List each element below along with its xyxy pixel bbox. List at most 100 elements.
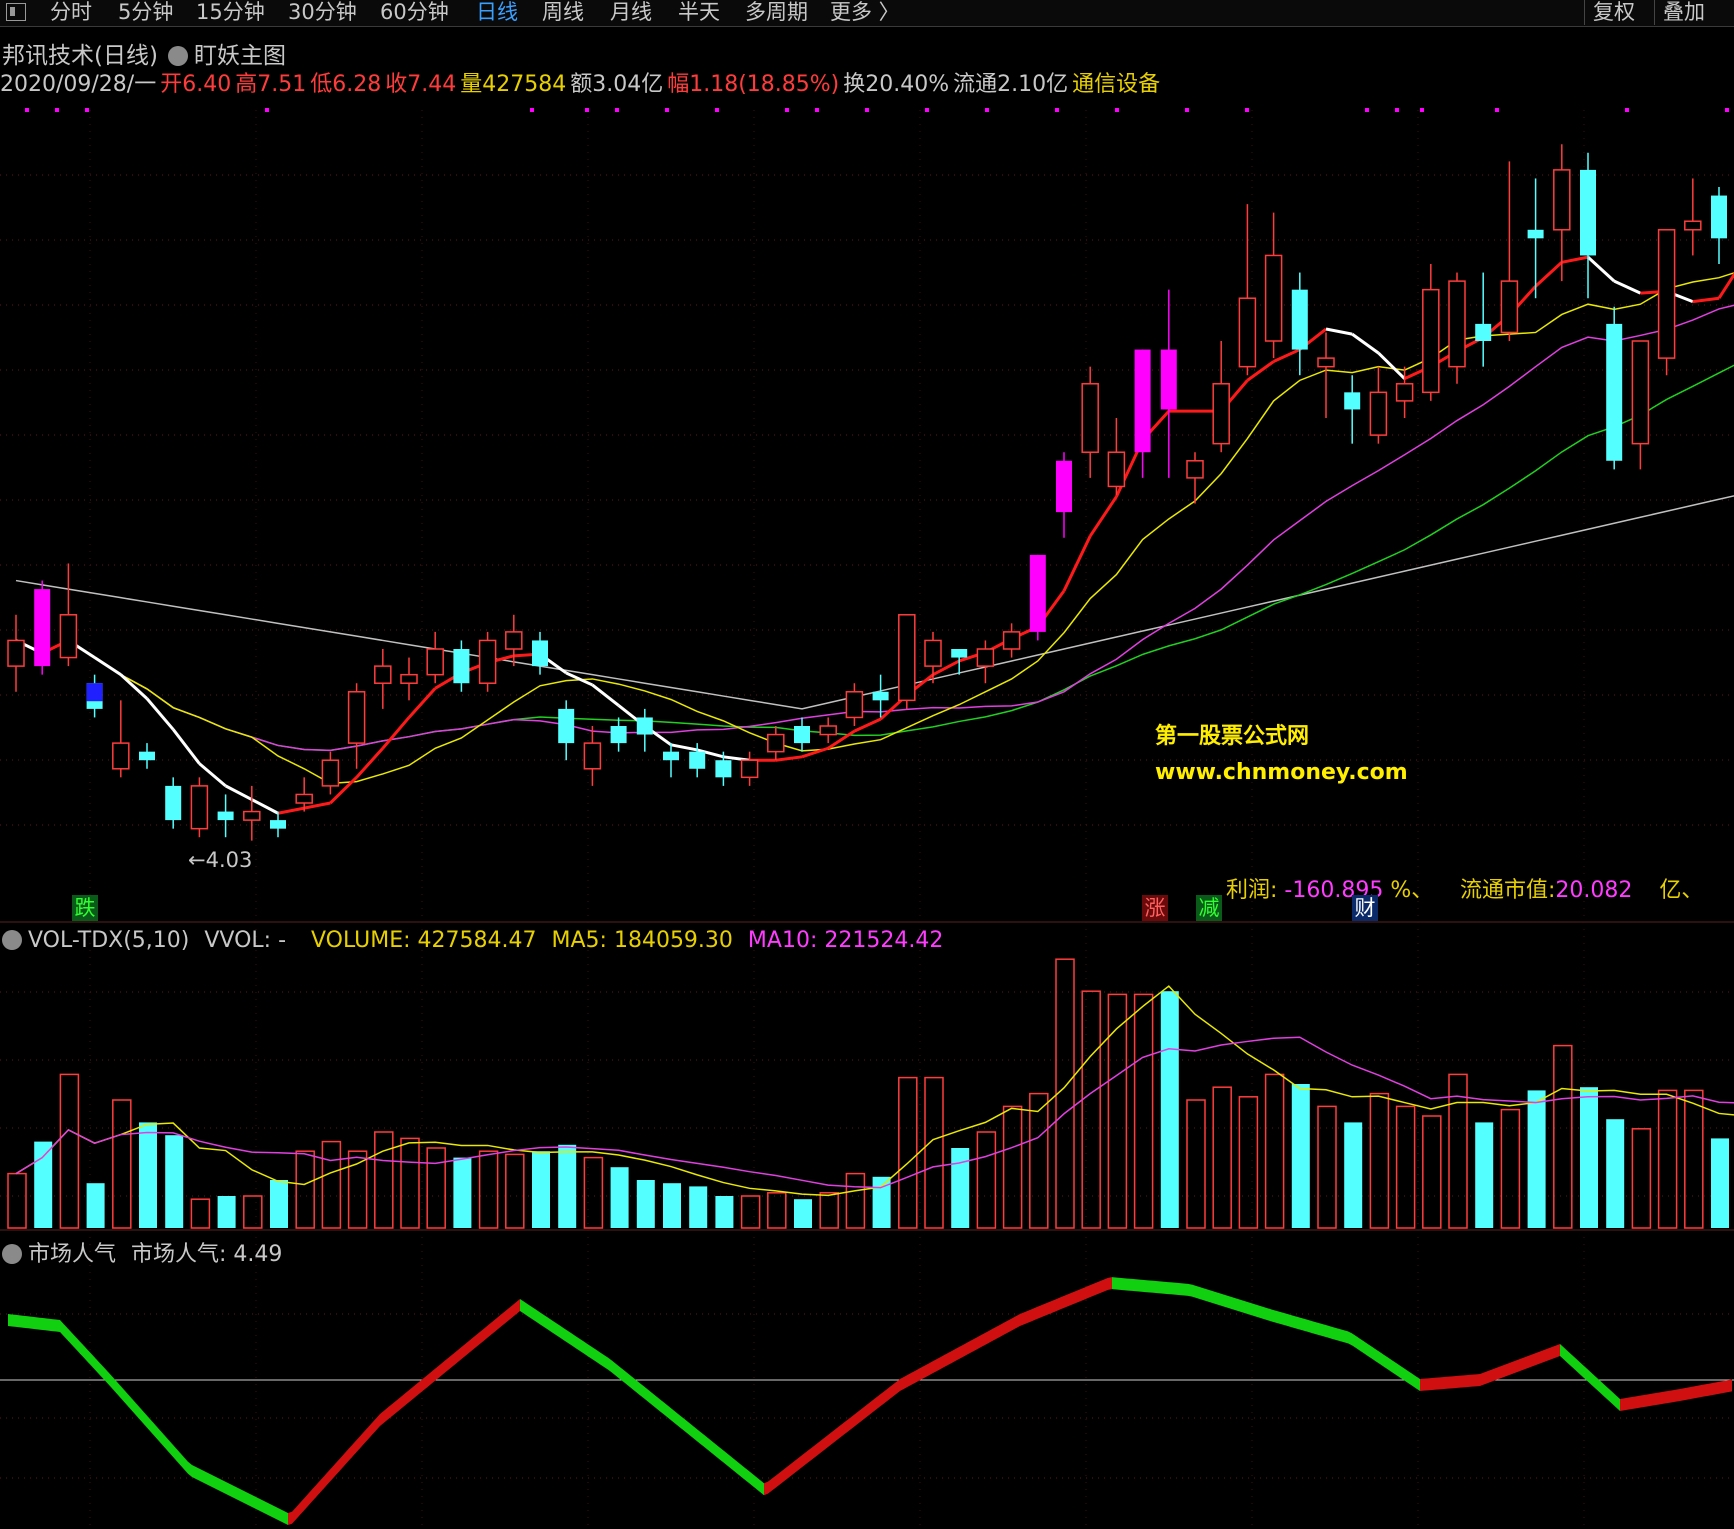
sentiment-ribbon-segment: [1072, 1290, 1076, 1305]
sentiment-ribbon-segment: [540, 1312, 544, 1327]
kline-chart[interactable]: [0, 0, 1734, 1529]
sentiment-ribbon-segment: [992, 1327, 996, 1342]
sentiment-ribbon-segment: [328, 1467, 332, 1484]
sentiment-ribbon-segment: [240, 1489, 244, 1503]
sentiment-ribbon-segment: [1664, 1391, 1668, 1404]
tag-die[interactable]: 跌: [72, 895, 98, 921]
candle-body: [1081, 383, 1099, 453]
period-marker: [815, 108, 819, 112]
sentiment-ribbon-segment: [828, 1431, 832, 1447]
sentiment-ribbon-segment: [1560, 1344, 1564, 1360]
sentiment-ribbon-segment: [1472, 1374, 1476, 1387]
tag-zhang[interactable]: 涨: [1142, 895, 1168, 921]
sentiment-value: 市场人气: 4.49: [131, 1242, 283, 1267]
ma5-value: MA5: 184059.30: [551, 928, 733, 953]
sentiment-ribbon-segment: [816, 1441, 820, 1457]
sentiment-ribbon-segment: [792, 1459, 796, 1475]
volume-bar: [453, 1157, 472, 1228]
volume-indicator-name[interactable]: VOL-TDX(5,10): [28, 928, 189, 953]
sentiment-ribbon-segment: [344, 1449, 348, 1466]
sentiment-ribbon-segment: [800, 1453, 804, 1469]
sentiment-ribbon-segment: [680, 1415, 684, 1431]
sentiment-ribbon-segment: [460, 1345, 464, 1361]
period-marker: [785, 108, 789, 112]
sentiment-ribbon-segment: [1540, 1350, 1544, 1364]
profit-label: 利润:: [1226, 878, 1278, 903]
sentiment-ribbon-segment: [1556, 1344, 1560, 1358]
trend-line-segment: [1377, 351, 1406, 380]
sentiment-ribbon-segment: [1196, 1285, 1200, 1300]
sentiment-ribbon-segment: [876, 1394, 880, 1410]
candle-body: [1395, 383, 1414, 402]
sentiment-ribbon-segment: [1080, 1287, 1084, 1302]
volume-bar: [976, 1131, 997, 1229]
tag-cai[interactable]: 财: [1352, 895, 1378, 921]
volume-bar: [217, 1196, 236, 1228]
watermark-cn: 第一股票公式网: [1155, 724, 1310, 749]
sentiment-ribbon-segment: [20, 1315, 24, 1328]
sentiment-ribbon-segment: [984, 1331, 988, 1346]
sentiment-ribbon-segment: [1620, 1398, 1624, 1411]
sentiment-ribbon-segment: [1476, 1374, 1480, 1387]
sentiment-ribbon-segment: [1596, 1377, 1600, 1393]
sentiment-ribbon-segment: [1448, 1376, 1452, 1389]
volume-panel-header: VOL-TDX(5,10) VVOL: - VOLUME: 427584.47 …: [2, 928, 943, 953]
sentiment-ribbon-segment: [740, 1463, 744, 1480]
sentiment-ribbon-segment: [232, 1485, 236, 1499]
candle-body: [1238, 297, 1257, 368]
sentiment-ribbon-segment: [1624, 1397, 1628, 1411]
sentiment-ribbon-segment: [288, 1511, 292, 1525]
sentiment-ribbon-segment: [280, 1509, 284, 1523]
sentiment-ribbon-segment: [1000, 1322, 1004, 1337]
candle-body: [1527, 229, 1544, 239]
sentiment-ribbon-segment: [1112, 1277, 1116, 1290]
sentiment-ribbon-segment: [844, 1419, 848, 1435]
volume-menu-icon[interactable]: [2, 930, 22, 950]
volume-bar: [59, 1073, 80, 1229]
candle-body: [347, 691, 366, 744]
volume-bar: [767, 1192, 787, 1229]
sentiment-ribbon-segment: [244, 1491, 248, 1505]
candle-body: [898, 614, 916, 702]
volume-bar: [951, 1148, 970, 1228]
candle-body: [217, 811, 234, 821]
sentiment-ribbon-segment: [1536, 1351, 1540, 1365]
sentiment-ribbon-segment: [368, 1422, 372, 1440]
candle-body: [1160, 349, 1177, 410]
sentiment-ribbon-segment: [52, 1319, 56, 1332]
volume-bar: [845, 1172, 866, 1229]
period-marker: [25, 108, 29, 112]
sentiment-ribbon-segment: [332, 1462, 336, 1480]
sentiment-ribbon-segment: [1588, 1369, 1592, 1386]
sentiment-ribbon-segment: [1632, 1396, 1636, 1409]
sentiment-ribbon-segment: [1408, 1370, 1412, 1386]
volume-bar: [1657, 1089, 1678, 1229]
sentiment-ribbon-segment: [276, 1507, 280, 1521]
sentiment-ribbon-segment: [1456, 1375, 1460, 1388]
sentiment-ribbon-segment: [516, 1299, 520, 1315]
sentiment-ribbon-segment: [1380, 1352, 1384, 1367]
sentiment-ribbon-segment: [1440, 1377, 1444, 1390]
candle-body: [951, 649, 968, 658]
sentiment-ribbon-segment: [172, 1443, 176, 1461]
sentiment-ribbon-segment: [804, 1450, 808, 1466]
sentiment-ribbon-segment: [1592, 1373, 1596, 1389]
sentiment-menu-icon[interactable]: [2, 1244, 22, 1264]
sentiment-ribbon-segment: [1600, 1380, 1604, 1397]
trend-line-segment: [93, 656, 122, 676]
sentiment-indicator-name[interactable]: 市场人气: [28, 1242, 116, 1267]
sentiment-ribbon-segment: [124, 1389, 128, 1407]
volume-bar: [636, 1180, 655, 1228]
sentiment-ribbon-segment: [588, 1344, 592, 1359]
sentiment-ribbon-segment: [572, 1333, 576, 1349]
sentiment-ribbon-segment: [1336, 1327, 1340, 1342]
tag-jian[interactable]: 减: [1196, 895, 1222, 921]
sentiment-ribbon-segment: [688, 1421, 692, 1438]
sentiment-ribbon-segment: [1604, 1384, 1608, 1400]
sentiment-ribbon-segment: [576, 1336, 580, 1351]
candle-body: [374, 665, 392, 684]
sentiment-ribbon-segment: [428, 1371, 432, 1387]
volume-bar: [426, 1147, 446, 1229]
sentiment-ribbon-segment: [1276, 1310, 1280, 1324]
candle-body: [505, 631, 523, 650]
